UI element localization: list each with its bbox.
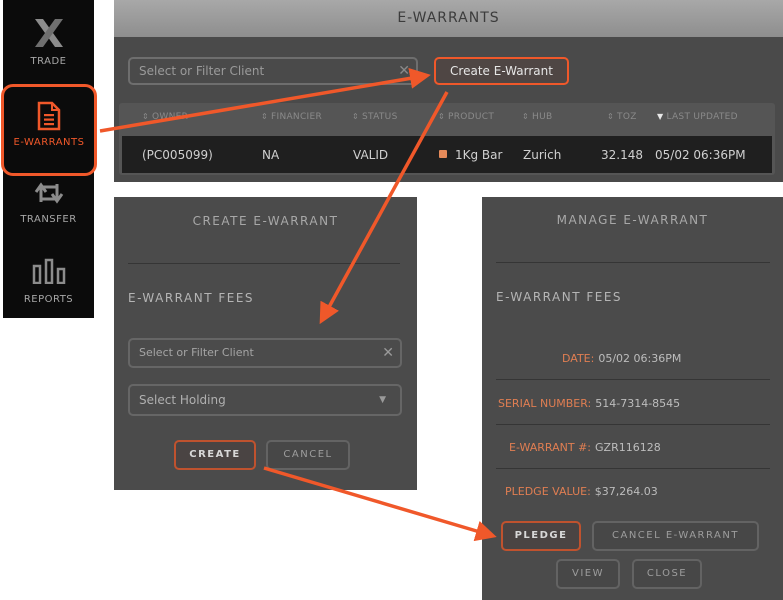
divider <box>496 262 770 263</box>
cell-toz: 32.148 <box>601 148 643 162</box>
cell-product: 1Kg Bar <box>439 148 502 162</box>
cancel-e-warrant-button[interactable]: CANCEL E-WARRANT <box>592 521 759 551</box>
sort-desc-icon: ▼ <box>657 112 664 121</box>
modal-title: MANAGE E-WARRANT <box>556 213 709 227</box>
holding-select[interactable]: Select Holding ▼ <box>128 384 402 416</box>
bar-chart-icon <box>32 258 65 284</box>
modal-title: CREATE E-WARRANT <box>192 214 339 228</box>
column-header-hub[interactable]: ⇕ HUB <box>522 112 552 122</box>
clear-icon[interactable]: ✕ <box>382 340 394 366</box>
table-header: ⇕ OWNER ⇕ FINANCIER ⇕ STATUS ⇕ PRODUCT ⇕ HUB … <box>119 103 775 133</box>
e-warrants-panel: E-WARRANTS Select or Filter Client ✕ Cre… <box>114 0 783 182</box>
view-button[interactable]: VIEW <box>556 559 620 589</box>
column-header-product[interactable]: ⇕ PRODUCT <box>438 112 494 122</box>
column-header-owner[interactable]: ⇕ OWNER <box>142 112 188 122</box>
sidebar-item-label: TRANSFER <box>20 214 77 225</box>
manage-e-warrant-modal: MANAGE E-WARRANT E-WARRANT FEES DATE: 05/… <box>482 197 783 600</box>
sidebar-item-e-warrants[interactable]: E-WARRANTS <box>1 84 97 176</box>
sort-icon: ⇕ <box>142 112 150 121</box>
pledge-button[interactable]: PLEDGE <box>501 521 581 551</box>
divider <box>496 424 770 425</box>
cell-hub: Zurich <box>523 148 562 162</box>
field-e-warrant-number: E-WARRANT #: GZR116128 <box>509 441 661 454</box>
column-header-status[interactable]: ⇕ STATUS <box>352 112 398 122</box>
cell-status: VALID <box>353 148 389 162</box>
sort-icon: ⇕ <box>261 112 269 121</box>
create-e-warrant-modal: CREATE E-WARRANT E-WARRANT FEES Select o… <box>114 197 417 490</box>
x-logo-icon <box>34 19 63 47</box>
page-title: E-WARRANTS <box>114 0 783 37</box>
divider <box>496 379 770 380</box>
table-row[interactable]: (PC005099) NA VALID 1Kg Bar Zurich 32.14… <box>122 136 772 173</box>
sidebar: TRADE E-WARRANTS TRANSFER REPORTS <box>1 0 97 318</box>
sidebar-item-transfer[interactable]: TRANSFER <box>3 180 94 236</box>
client-filter-placeholder: Select or Filter Client <box>139 64 265 78</box>
sort-icon: ⇕ <box>438 112 446 121</box>
create-button[interactable]: CREATE <box>174 440 256 470</box>
field-serial-number: SERIAL NUMBER: 514-7314-8545 <box>498 397 681 410</box>
sort-icon: ⇕ <box>607 112 615 121</box>
sidebar-item-label: REPORTS <box>23 294 74 305</box>
sidebar-item-label: TRADE <box>30 56 67 67</box>
chevron-down-icon: ▼ <box>379 395 386 405</box>
close-button[interactable]: CLOSE <box>632 559 702 589</box>
section-title: E-WARRANT FEES <box>128 291 255 305</box>
cell-last-updated: 05/02 06:36PM <box>655 148 746 162</box>
field-pledge-value: PLEDGE VALUE: $37,264.03 <box>505 485 658 498</box>
divider <box>128 263 400 264</box>
sidebar-item-label: E-WARRANTS <box>13 137 85 148</box>
client-filter-input[interactable]: Select or Filter Client ✕ <box>128 57 418 85</box>
cancel-button[interactable]: CANCEL <box>266 440 350 470</box>
transfer-icon <box>34 182 63 204</box>
product-color-swatch <box>439 150 447 158</box>
sort-icon: ⇕ <box>522 112 530 121</box>
cell-owner: (PC005099) <box>142 148 213 162</box>
document-icon <box>37 101 61 131</box>
sidebar-item-trade[interactable]: TRADE <box>3 18 94 88</box>
column-header-last-updated[interactable]: ▼ LAST UPDATED <box>657 112 738 122</box>
section-title: E-WARRANT FEES <box>496 290 623 304</box>
client-select-input[interactable]: Select or Filter Client ✕ <box>128 338 402 368</box>
e-warrants-table: ⇕ OWNER ⇕ FINANCIER ⇕ STATUS ⇕ PRODUCT ⇕ HUB … <box>119 103 775 175</box>
column-header-toz[interactable]: ⇕ TOZ <box>607 112 637 122</box>
sort-icon: ⇕ <box>352 112 360 121</box>
field-date: DATE: 05/02 06:36PM <box>562 352 682 365</box>
divider <box>496 468 770 469</box>
column-header-financier[interactable]: ⇕ FINANCIER <box>261 112 322 122</box>
clear-icon[interactable]: ✕ <box>398 59 410 83</box>
cell-financier: NA <box>262 148 280 162</box>
create-e-warrant-button[interactable]: Create E-Warrant <box>434 57 569 85</box>
sidebar-item-reports[interactable]: REPORTS <box>3 258 94 314</box>
